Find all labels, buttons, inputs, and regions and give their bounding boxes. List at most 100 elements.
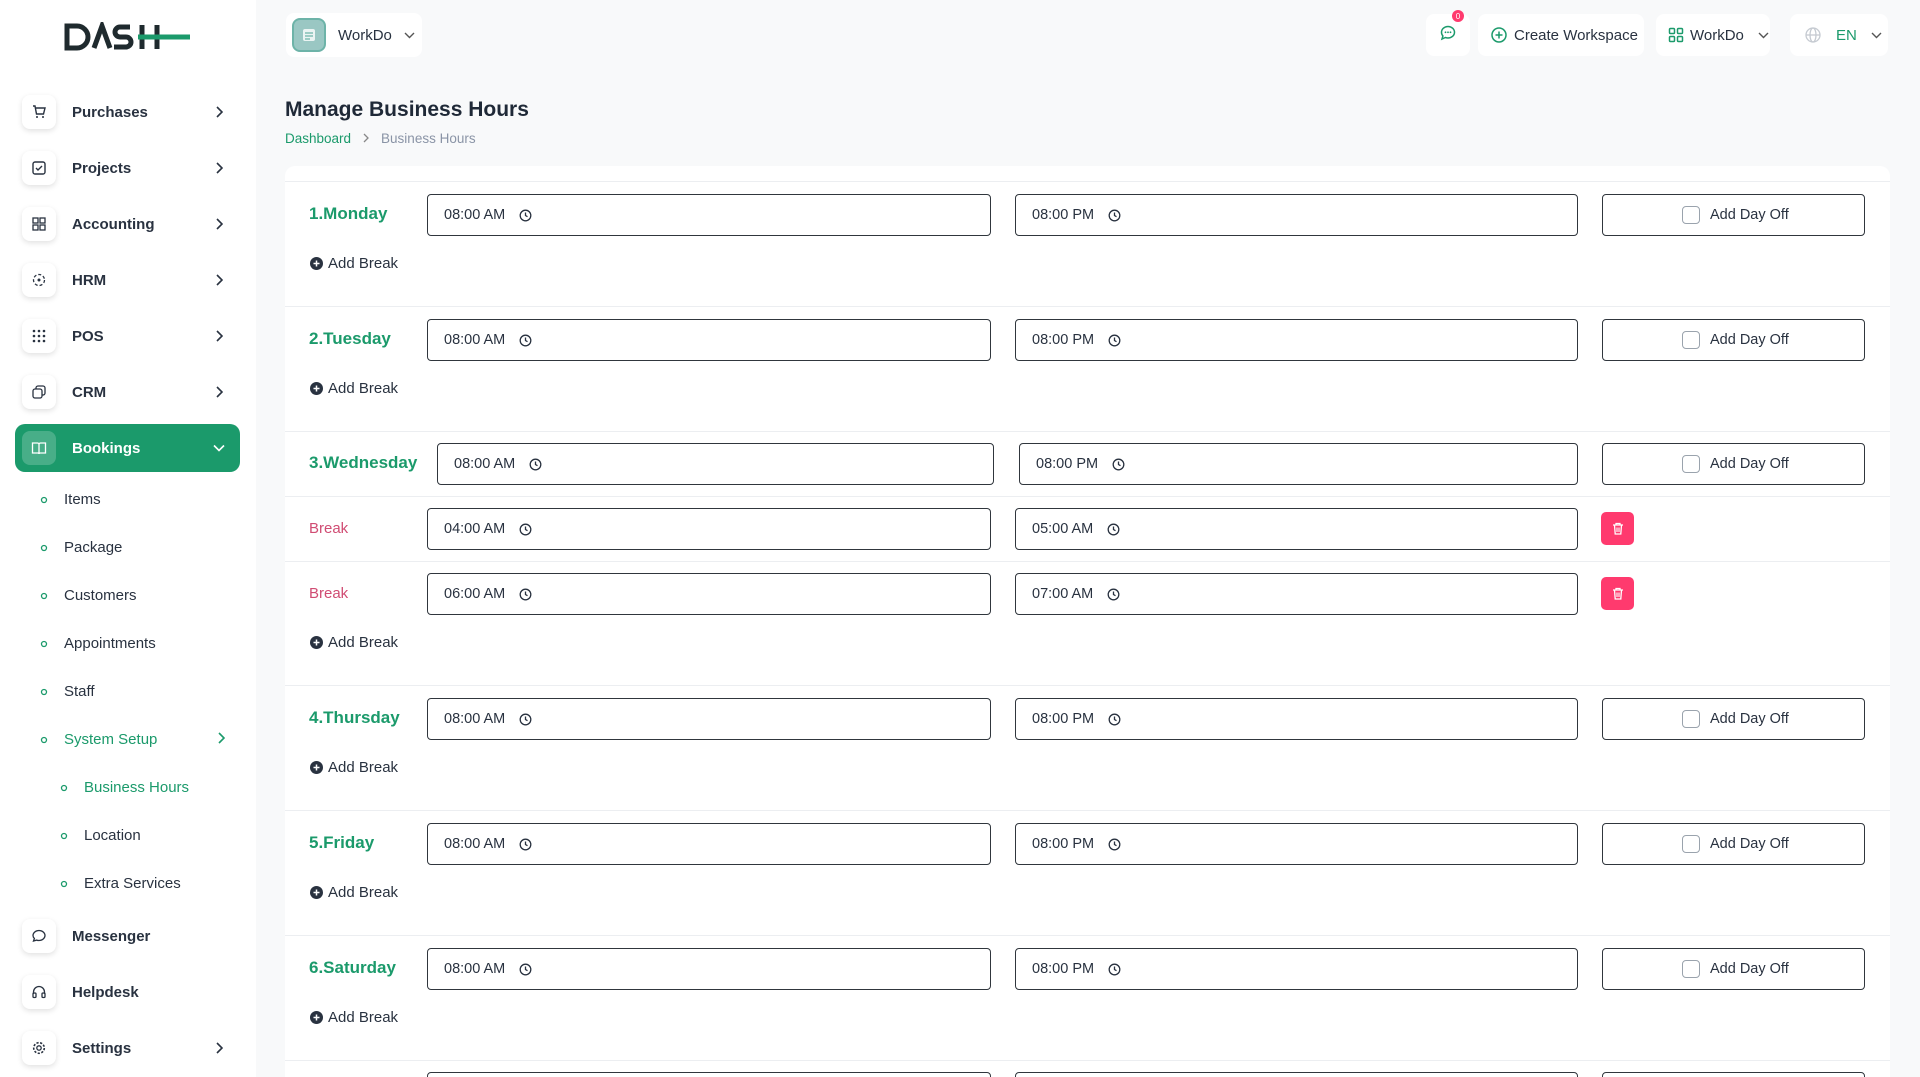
tuesday-start-time[interactable]: 08:00 AM xyxy=(427,319,991,361)
next-day-off-checkbox[interactable] xyxy=(1602,1072,1865,1077)
bullet-icon xyxy=(40,640,48,648)
saturday-day-off-checkbox[interactable]: Add Day Off xyxy=(1602,948,1865,990)
tuesday-day-off-checkbox[interactable]: Add Day Off xyxy=(1602,319,1865,361)
sidebar-item-messenger[interactable]: Messenger xyxy=(15,912,240,960)
saturday-end-time[interactable]: 08:00 PM xyxy=(1015,948,1578,990)
next-day-start-time[interactable] xyxy=(427,1072,991,1077)
thursday-start-time[interactable]: 08:00 AM xyxy=(427,698,991,740)
break-2-start-time[interactable]: 06:00 AM xyxy=(427,573,991,615)
monday-end-time[interactable]: 08:00 PM xyxy=(1015,194,1578,236)
layers-icon xyxy=(22,375,56,409)
friday-start-time[interactable]: 08:00 AM xyxy=(427,823,991,865)
delete-break-2-button[interactable] xyxy=(1601,577,1634,610)
sidebar-sub-location[interactable]: Location xyxy=(60,827,141,844)
sidebar-sub-staff[interactable]: Staff xyxy=(40,683,95,700)
monday-add-break-button[interactable]: Add Break xyxy=(309,255,398,272)
breadcrumb-dashboard-link[interactable]: Dashboard xyxy=(285,131,351,146)
add-break-label: Add Break xyxy=(328,1009,399,1026)
sidebar-item-purchases[interactable]: Purchases xyxy=(15,88,240,136)
break-1-end-time[interactable]: 05:00 AM xyxy=(1015,508,1578,550)
workspace-switcher[interactable]: WorkDo xyxy=(1656,14,1770,56)
bullet-icon xyxy=(40,736,48,744)
wednesday-day-off-checkbox[interactable]: Add Day Off xyxy=(1602,443,1865,485)
wednesday-end-time[interactable]: 08:00 PM xyxy=(1019,443,1578,485)
monday-day-off-checkbox[interactable]: Add Day Off xyxy=(1602,194,1865,236)
sidebar-sub-system-setup[interactable]: System Setup xyxy=(40,731,226,748)
create-workspace-button[interactable]: Create Workspace xyxy=(1478,14,1644,56)
saturday-add-break-button[interactable]: Add Break xyxy=(309,1009,398,1026)
clock-icon xyxy=(519,522,533,536)
break-label: Break xyxy=(309,520,349,537)
sidebar-item-bookings[interactable]: Bookings xyxy=(15,424,240,472)
grid-icon xyxy=(22,207,56,241)
wednesday-add-break-button[interactable]: Add Break xyxy=(309,634,398,651)
time-value: 08:00 PM xyxy=(1032,961,1095,977)
sidebar-item-pos[interactable]: POS xyxy=(15,312,240,360)
monday-start-time[interactable]: 08:00 AM xyxy=(427,194,991,236)
divider xyxy=(285,431,1890,432)
tuesday-add-break-button[interactable]: Add Break xyxy=(309,380,398,397)
day-off-label: Add Day Off xyxy=(1710,836,1789,852)
clock-icon xyxy=(1108,712,1122,726)
saturday-start-time[interactable]: 08:00 AM xyxy=(427,948,991,990)
sidebar-sub-label: Business Hours xyxy=(84,779,190,796)
delete-break-1-button[interactable] xyxy=(1601,512,1634,545)
sidebar-sub-extra-services[interactable]: Extra Services xyxy=(60,875,181,892)
plus-circle-icon xyxy=(309,256,324,271)
sidebar-item-label: POS xyxy=(72,327,104,345)
friday-add-break-button[interactable]: Add Break xyxy=(309,884,398,901)
break-2-end-time[interactable]: 07:00 AM xyxy=(1015,573,1578,615)
break-1-start-time[interactable]: 04:00 AM xyxy=(427,508,991,550)
time-value: 06:00 AM xyxy=(444,586,506,602)
divider xyxy=(285,561,1890,562)
time-value: 08:00 AM xyxy=(454,456,516,472)
sidebar-item-hrm[interactable]: HRM xyxy=(15,256,240,304)
language-selector[interactable]: EN xyxy=(1790,14,1888,56)
clock-icon xyxy=(529,457,543,471)
sidebar-item-helpdesk[interactable]: Helpdesk xyxy=(15,968,240,1016)
add-break-label: Add Break xyxy=(328,255,399,272)
sidebar-item-accounting[interactable]: Accounting xyxy=(15,200,240,248)
sidebar-item-projects[interactable]: Projects xyxy=(15,144,240,192)
sidebar-sub-customers[interactable]: Customers xyxy=(40,587,137,604)
wednesday-start-time[interactable]: 08:00 AM xyxy=(437,443,994,485)
divider xyxy=(285,496,1890,497)
day-label-monday: 1.Monday xyxy=(309,204,388,223)
friday-end-time[interactable]: 08:00 PM xyxy=(1015,823,1578,865)
thursday-end-time[interactable]: 08:00 PM xyxy=(1015,698,1578,740)
sidebar-item-label: CRM xyxy=(72,383,107,401)
thursday-day-off-checkbox[interactable]: Add Day Off xyxy=(1602,698,1865,740)
sidebar-item-settings[interactable]: Settings xyxy=(15,1024,240,1072)
brand-logo[interactable] xyxy=(64,18,190,57)
add-break-label: Add Break xyxy=(328,634,399,651)
thursday-add-break-button[interactable]: Add Break xyxy=(309,759,398,776)
gear-icon xyxy=(22,1031,56,1065)
time-value: 08:00 AM xyxy=(444,961,506,977)
trash-icon xyxy=(1612,522,1624,535)
tuesday-end-time[interactable]: 08:00 PM xyxy=(1015,319,1578,361)
notification-badge: 0 xyxy=(1452,10,1464,22)
next-day-end-time[interactable] xyxy=(1015,1072,1578,1077)
notifications-button[interactable]: 0 xyxy=(1426,10,1470,56)
bullet-icon xyxy=(40,592,48,600)
workspace-selector[interactable]: WorkDo xyxy=(286,13,422,57)
sidebar-sub-package[interactable]: Package xyxy=(40,539,122,556)
chevron-right-icon xyxy=(212,105,226,119)
sidebar-sub-appointments[interactable]: Appointments xyxy=(40,635,156,652)
time-value: 08:00 PM xyxy=(1032,836,1095,852)
sidebar-item-label: Helpdesk xyxy=(72,983,139,1001)
checkbox-icon xyxy=(1682,206,1700,224)
sidebar: Purchases Projects Accounting HRM POS CR xyxy=(0,0,256,1077)
day-label-saturday: 6.Saturday xyxy=(309,958,396,977)
bullet-icon xyxy=(40,544,48,552)
sidebar-sub-items[interactable]: Items xyxy=(40,491,101,508)
plus-circle-icon xyxy=(309,885,324,900)
sidebar-sub-business-hours[interactable]: Business Hours xyxy=(60,779,189,796)
sidebar-item-crm[interactable]: CRM xyxy=(15,368,240,416)
chat-bubble-icon xyxy=(1439,24,1457,46)
chevron-right-icon xyxy=(212,329,226,343)
clock-icon xyxy=(519,208,533,222)
add-break-label: Add Break xyxy=(328,380,399,397)
add-break-label: Add Break xyxy=(328,759,399,776)
friday-day-off-checkbox[interactable]: Add Day Off xyxy=(1602,823,1865,865)
